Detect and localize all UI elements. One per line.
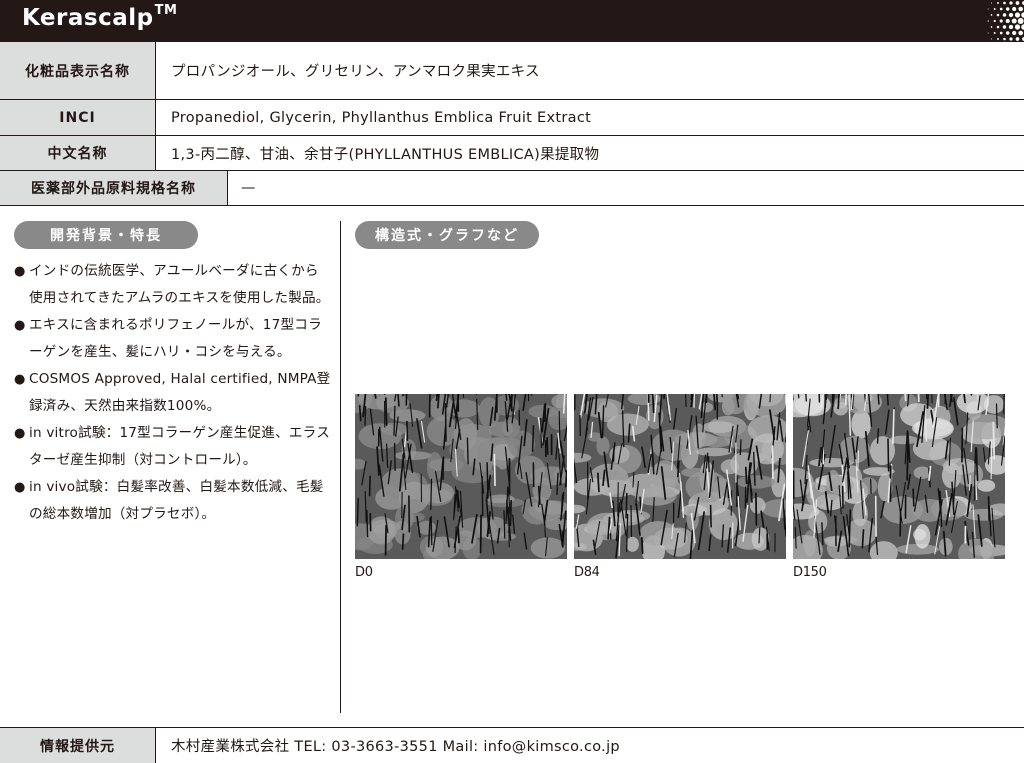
feature-text: in vitro試験：17型コラーゲン産生促進、エラスターゼ産生抑制（対コントロ… bbox=[29, 425, 330, 468]
spec-value: 1,3-丙二醇、甘油、余甘子(PHYLLANTHUS EMBLICA)果提取物 bbox=[171, 146, 600, 163]
header-bar: KerascalpTM bbox=[0, 0, 1024, 42]
bullet-icon: ● bbox=[14, 426, 26, 441]
spec-value: プロパンジオール、グリセリン、アンマロク果実エキス bbox=[171, 64, 540, 80]
halftone-dots-decoration bbox=[987, 1, 1024, 41]
bullet-icon: ● bbox=[14, 264, 26, 279]
spec-label: 化粧品表示名称 bbox=[0, 42, 156, 99]
photo-caption: D150 bbox=[793, 565, 827, 580]
feature-item: ● インドの伝統医学、アユールベーダに古くから使用されてきたアムラのエキスを使用… bbox=[14, 258, 332, 312]
spec-row-inci: INCI Propanediol, Glycerin, Phyllanthus … bbox=[0, 100, 1024, 136]
spec-label: INCI bbox=[0, 100, 156, 135]
bullet-icon: ● bbox=[14, 372, 26, 387]
section-label-background: 開発背景・特長 bbox=[14, 221, 198, 249]
scalp-photo-d150 bbox=[793, 394, 1005, 559]
feature-text: エキスに含まれるポリフェノールが、17型コラーゲンを産生、髪にハリ・コシを与える… bbox=[29, 317, 322, 360]
photo-caption: D84 bbox=[574, 565, 600, 580]
footer-contact: 木村産業株式会社 TEL: 03-3663-3551 Mail: info@ki… bbox=[171, 739, 620, 755]
feature-text: COSMOS Approved, Halal certified, NMPA登録… bbox=[29, 371, 331, 414]
spec-row-chinese-name: 中文名称 1,3-丙二醇、甘油、余甘子(PHYLLANTHUS EMBLICA)… bbox=[0, 136, 1024, 171]
trademark-mark: TM bbox=[154, 3, 178, 18]
feature-item: ● COSMOS Approved, Halal certified, NMPA… bbox=[14, 366, 332, 420]
column-divider bbox=[340, 221, 341, 713]
scalp-photo-d84 bbox=[574, 394, 786, 559]
feature-item: ● エキスに含まれるポリフェノールが、17型コラーゲンを産生、髪にハリ・コシを与… bbox=[14, 312, 332, 366]
bullet-icon: ● bbox=[14, 318, 26, 333]
spec-label: 医薬部外品原料規格名称 bbox=[0, 171, 228, 205]
section-label-structure: 構造式・グラフなど bbox=[355, 221, 539, 249]
product-title: KerascalpTM bbox=[22, 3, 178, 31]
feature-text: インドの伝統医学、アユールベーダに古くから使用されてきたアムラのエキスを使用した… bbox=[29, 263, 330, 306]
bullet-icon: ● bbox=[14, 480, 26, 495]
spec-value: — bbox=[241, 180, 256, 196]
spec-label: 中文名称 bbox=[0, 136, 156, 170]
spec-row-cosmetic-name: 化粧品表示名称 プロパンジオール、グリセリン、アンマロク果実エキス bbox=[0, 42, 1024, 100]
photo-caption: D0 bbox=[355, 565, 373, 580]
info-provider-row: 情報提供元 木村産業株式会社 TEL: 03-3663-3551 Mail: i… bbox=[0, 727, 1024, 763]
spec-row-quasi-drug-name: 医薬部外品原料規格名称 — bbox=[0, 171, 1024, 206]
feature-list: ● インドの伝統医学、アユールベーダに古くから使用されてきたアムラのエキスを使用… bbox=[14, 258, 332, 528]
feature-item: ● in vitro試験：17型コラーゲン産生促進、エラスターゼ産生抑制（対コン… bbox=[14, 420, 332, 474]
spec-value: Propanediol, Glycerin, Phyllanthus Embli… bbox=[171, 109, 592, 126]
feature-item: ● in vivo試験：白髪率改善、白髪本数低減、毛髪の総本数増加（対プラセボ）… bbox=[14, 474, 332, 528]
feature-text: in vivo試験：白髪率改善、白髪本数低減、毛髪の総本数増加（対プラセボ）。 bbox=[29, 479, 324, 522]
footer-label: 情報提供元 bbox=[0, 728, 156, 763]
scalp-photo-d0 bbox=[355, 394, 567, 559]
